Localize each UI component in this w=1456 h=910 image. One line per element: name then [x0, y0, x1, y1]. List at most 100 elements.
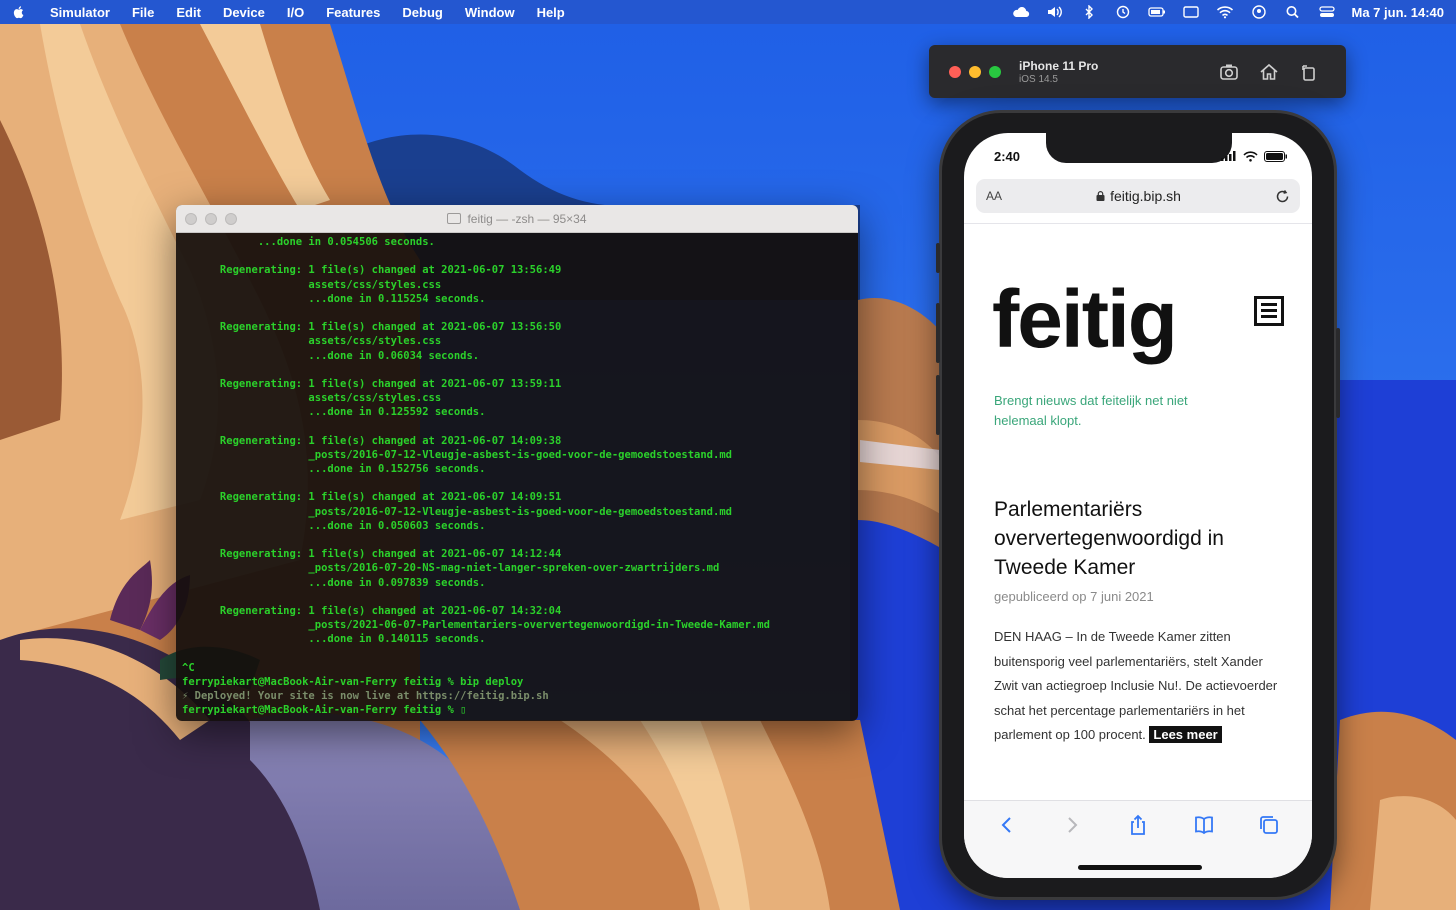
article-date: gepubliceerd op 7 juni 2021: [994, 589, 1154, 604]
simulator-minimize-button[interactable]: [969, 65, 981, 78]
terminal-title: feitig — -zsh — 95×34: [176, 212, 858, 226]
battery-icon[interactable]: [1147, 5, 1166, 19]
url-field[interactable]: feitig.bip.sh: [1002, 188, 1275, 204]
terminal-line: _posts/2021-06-07-Parlementariers-overve…: [182, 619, 770, 632]
iphone-device: 2:40 AA feitig.bip.sh feitig Brengt nieu…: [936, 110, 1340, 900]
terminal-line: _posts/2016-07-12-Vleugje-asbest-is-goed…: [182, 448, 732, 461]
terminal-line: ...done in 0.06034 seconds.: [182, 349, 480, 362]
simulator-zoom-button[interactable]: [989, 65, 1001, 78]
lock-icon: [1096, 191, 1105, 201]
menu-bar: Simulator File Edit Device I/O Features …: [0, 0, 1456, 24]
terminal-line: ^C: [182, 661, 195, 674]
terminal-line: assets/css/styles.css: [182, 278, 442, 291]
terminal-line: ...done in 0.097839 seconds.: [182, 576, 486, 589]
terminal-line: ...done in 0.140115 seconds.: [182, 633, 486, 646]
time-machine-icon[interactable]: [1114, 5, 1132, 19]
menu-bar-clock[interactable]: Ma 7 jun. 14:40: [1352, 5, 1444, 20]
control-center-icon[interactable]: [1318, 5, 1336, 19]
terminal-line: ...done in 0.125592 seconds.: [182, 406, 486, 419]
user-icon[interactable]: [1250, 5, 1268, 19]
terminal-line: assets/css/styles.css: [182, 335, 442, 348]
terminal-line: Regenerating: 1 file(s) changed at 2021-…: [182, 548, 562, 561]
terminal-window[interactable]: feitig — -zsh — 95×34 ...done in 0.05450…: [176, 205, 858, 721]
phone-battery-icon: [1264, 150, 1287, 162]
menu-window[interactable]: Window: [465, 5, 515, 20]
device-os-version: iOS 14.5: [1019, 73, 1058, 85]
menu-bar-extras: Ma 7 jun. 14:40: [1012, 5, 1444, 20]
volume-up-button[interactable]: [936, 303, 940, 363]
simulator-device-info: iPhone 11 Pro iOS 14.5: [1019, 59, 1098, 85]
bookmarks-icon[interactable]: [1192, 813, 1216, 837]
phone-status-icons: [1221, 150, 1288, 162]
terminal-line: Regenerating: 1 file(s) changed at 2021-…: [182, 604, 562, 617]
phone-screen[interactable]: 2:40 AA feitig.bip.sh feitig Brengt nieu…: [964, 133, 1312, 878]
tabs-icon[interactable]: [1257, 813, 1281, 837]
terminal-line: ⚡ Deployed! Your site is now live at htt…: [182, 690, 549, 702]
menu-debug[interactable]: Debug: [402, 5, 442, 20]
simulator-window-controls: [949, 65, 1001, 78]
bluetooth-icon[interactable]: [1080, 5, 1098, 19]
terminal-line: assets/css/styles.css: [182, 392, 442, 405]
site-tagline: Brengt nieuws dat feitelijk net niet hel…: [994, 393, 1188, 428]
terminal-titlebar[interactable]: feitig — -zsh — 95×34: [176, 205, 858, 233]
screen-mirroring-icon[interactable]: [1182, 5, 1200, 19]
terminal-line: Regenerating: 1 file(s) changed at 2021-…: [182, 377, 562, 390]
terminal-line: Regenerating: 1 file(s) changed at 2021-…: [182, 491, 562, 504]
terminal-line: ferrypiekart@MacBook-Air-van-Ferry feiti…: [182, 675, 524, 688]
terminal-line: ferrypiekart@MacBook-Air-van-Ferry feiti…: [182, 704, 467, 717]
safari-address-bar[interactable]: AA feitig.bip.sh: [976, 179, 1300, 213]
spotlight-search-icon[interactable]: [1284, 5, 1302, 19]
terminal-line: Regenerating: 1 file(s) changed at 2021-…: [182, 434, 562, 447]
site-logo[interactable]: feitig: [992, 273, 1178, 367]
reader-text-size-button[interactable]: AA: [986, 189, 1002, 203]
forward-icon[interactable]: [1060, 813, 1084, 837]
back-icon[interactable]: [995, 813, 1019, 837]
menu-app-simulator[interactable]: Simulator: [50, 5, 110, 20]
terminal-line: ...done in 0.115254 seconds.: [182, 292, 486, 305]
read-more-link[interactable]: Lees meer: [1149, 726, 1222, 743]
article-excerpt-text: DEN HAAG – In de Tweede Kamer zitten bui…: [994, 629, 1278, 742]
safari-toolbar: [964, 800, 1312, 878]
device-name: iPhone 11 Pro: [1019, 58, 1099, 73]
menu-device[interactable]: Device: [223, 5, 265, 20]
wifi-icon[interactable]: [1216, 5, 1234, 19]
terminal-line: Regenerating: 1 file(s) changed at 2021-…: [182, 264, 562, 277]
simulator-toolbar[interactable]: iPhone 11 Pro iOS 14.5: [929, 45, 1346, 98]
folder-icon: [447, 213, 462, 224]
menu-help[interactable]: Help: [537, 5, 565, 20]
cloud-icon[interactable]: [1012, 5, 1030, 19]
reload-icon[interactable]: [1275, 189, 1290, 204]
home-icon[interactable]: [1258, 61, 1280, 83]
menu-features[interactable]: Features: [326, 5, 380, 20]
menu-file[interactable]: File: [132, 5, 154, 20]
share-icon[interactable]: [1126, 813, 1150, 837]
menu-io[interactable]: I/O: [287, 5, 304, 20]
volume-icon[interactable]: [1046, 5, 1064, 19]
page-divider: [964, 223, 1312, 224]
home-indicator[interactable]: [1078, 865, 1202, 870]
simulator-tools: [1218, 61, 1320, 83]
terminal-line: _posts/2016-07-20-NS-mag-niet-langer-spr…: [182, 562, 720, 575]
terminal-line: ...done in 0.050603 seconds.: [182, 519, 486, 532]
article-title[interactable]: Parlementariërs oververtegenwoordigd in …: [994, 495, 1294, 582]
screenshot-icon[interactable]: [1218, 61, 1240, 83]
terminal-title-text: feitig — -zsh — 95×34: [467, 211, 587, 226]
mute-switch[interactable]: [936, 243, 940, 273]
phone-status-bar: 2:40: [994, 147, 1288, 165]
rotate-icon[interactable]: [1298, 61, 1320, 83]
apple-menu-icon[interactable]: [12, 4, 28, 20]
side-button[interactable]: [1336, 328, 1340, 418]
terminal-output[interactable]: ...done in 0.054506 seconds. Regeneratin…: [176, 233, 858, 719]
volume-down-button[interactable]: [936, 375, 940, 435]
menu-edit[interactable]: Edit: [176, 5, 201, 20]
simulator-close-button[interactable]: [949, 65, 961, 78]
hamburger-menu-icon[interactable]: [1254, 296, 1284, 326]
article-excerpt: DEN HAAG – In de Tweede Kamer zitten bui…: [994, 625, 1284, 748]
